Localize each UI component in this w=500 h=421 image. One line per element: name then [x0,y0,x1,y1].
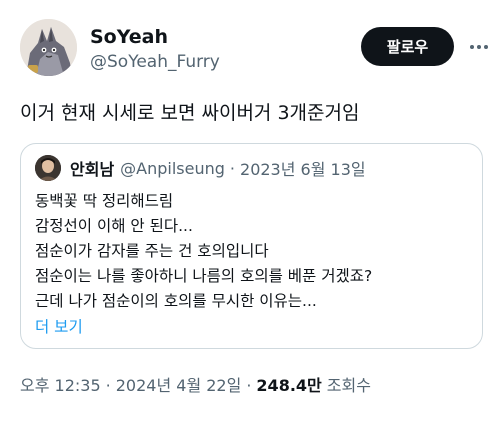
more-options-button[interactable] [467,35,491,59]
quoted-handle: @Anpilseung [120,158,225,178]
quoted-separator: · [229,158,236,178]
author-display-name[interactable]: SoYeah [90,25,220,49]
furry-avatar-icon [20,19,77,76]
quoted-text-line: 감정선이 이해 안 된다... [35,217,193,235]
tweet-text: 이거 현재 시세로 보면 싸이버거 3개준거임 [20,102,360,124]
more-horizontal-icon [470,45,474,49]
meta-separator: · [105,376,111,395]
quoted-tweet-text: 동백꽃 딱 정리해드림 감정선이 이해 안 된다... 점순이가 감자를 주는 … [35,189,475,314]
author-avatar[interactable] [20,19,77,76]
quoted-tweet-header: 안회남 @Anpilseung · 2023년 6월 13일 [35,155,366,181]
quoted-text-line: 동백꽃 딱 정리해드림 [35,192,174,210]
author-handle[interactable]: @SoYeah_Furry [90,50,220,74]
quoted-author-avatar [35,155,61,181]
tweet-header: SoYeah @SoYeah_Furry 팔로우 [20,19,490,79]
meta-separator: · [246,376,252,395]
show-more-link[interactable]: 더 보기 [35,316,83,338]
quoted-display-name: 안회남 [70,160,115,179]
more-dot [484,45,488,49]
author-info: SoYeah @SoYeah_Furry [90,25,220,74]
quoted-text-line: 점순이는 나를 좋아하니 나름의 호의를 베푼 거겠죠? [35,267,373,285]
views-count: 248.4만 [256,376,322,395]
quoted-text-line: 점순이가 감자를 주는 건 호의입니다 [35,242,269,260]
views-label: 조회수 [326,376,371,395]
quoted-text-line: 근데 나가 점순이의 호의를 무시한 이유는... [35,292,317,310]
more-dot [477,45,481,49]
tweet-time[interactable]: 오후 12:35 [20,374,101,398]
quoted-date: 2023년 6월 13일 [240,160,366,179]
tweet-date[interactable]: 2024년 4월 22일 [116,374,242,398]
person-avatar-icon [35,155,61,181]
quoted-tweet-card[interactable]: 안회남 @Anpilseung · 2023년 6월 13일 동백꽃 딱 정리해… [20,143,483,349]
follow-button[interactable]: 팔로우 [361,27,454,66]
tweet-meta: 오후 12:35 · 2024년 4월 22일 · 248.4만 조회수 [20,374,371,398]
